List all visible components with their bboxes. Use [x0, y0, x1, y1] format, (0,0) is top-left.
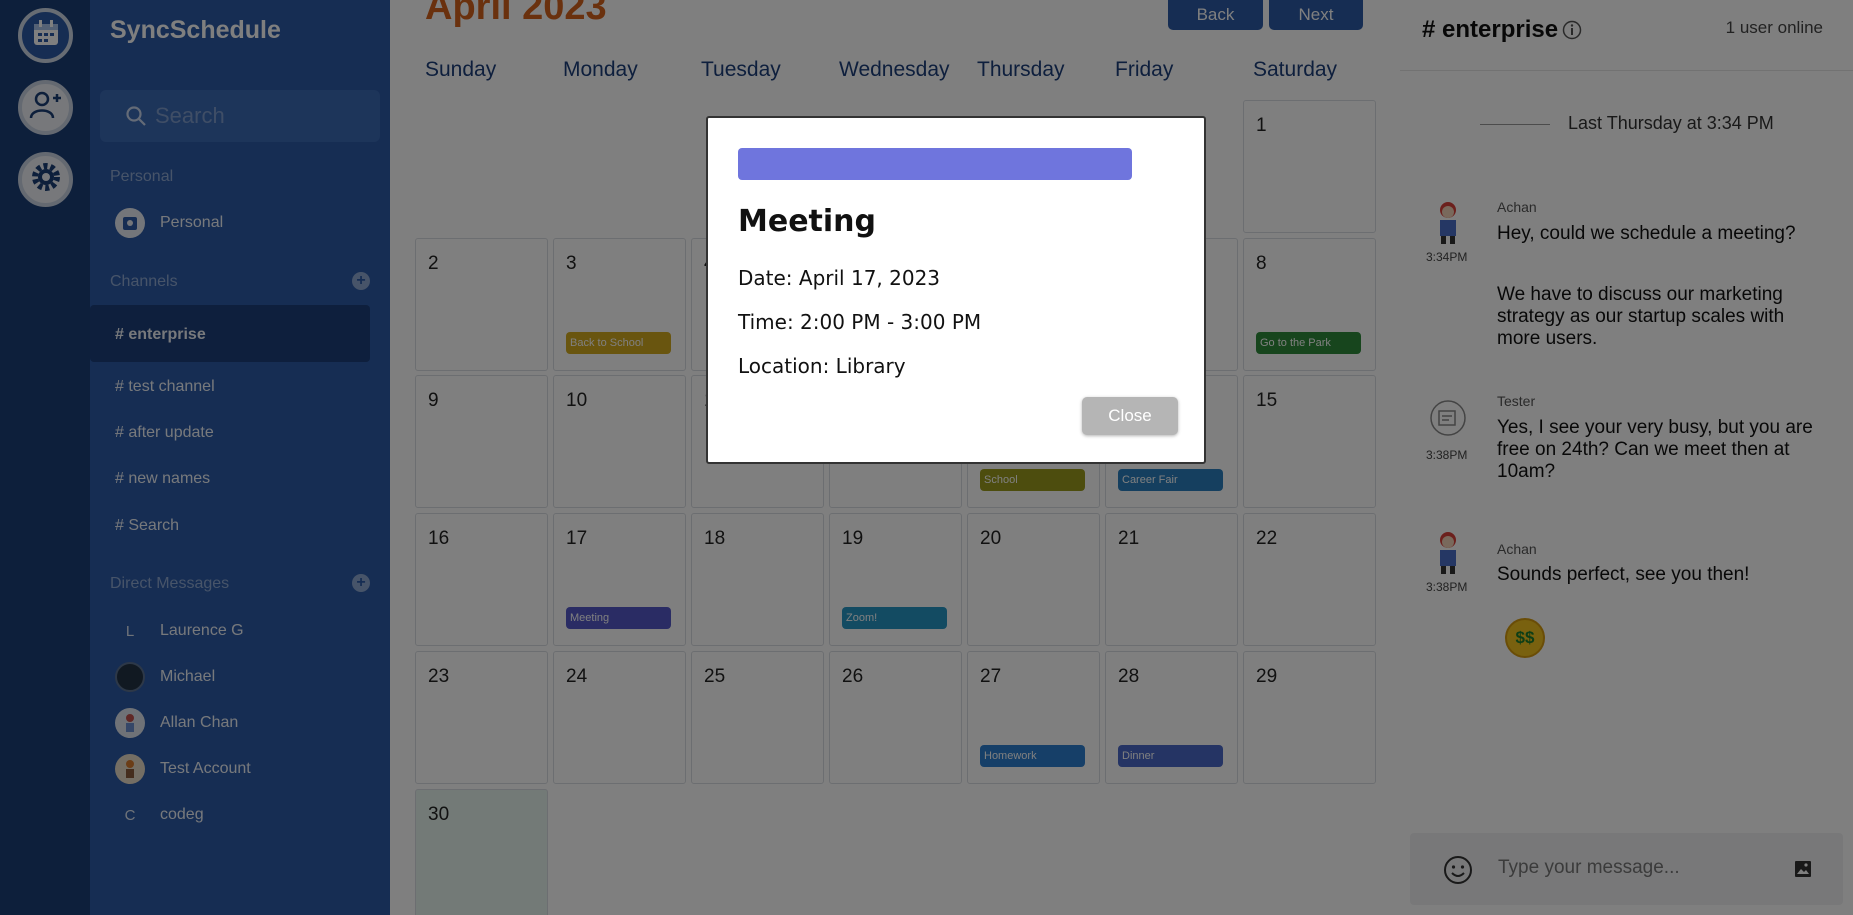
- event-details-modal: Meeting Date: April 17, 2023 Time: 2:00 …: [706, 116, 1206, 464]
- event-date: Date: April 17, 2023: [738, 266, 941, 290]
- event-time: Time: 2:00 PM - 3:00 PM: [738, 310, 982, 334]
- close-button[interactable]: Close: [1082, 397, 1178, 435]
- event-title: Meeting: [738, 204, 877, 239]
- event-location: Location: Library: [738, 354, 906, 378]
- event-color-bar: [738, 148, 1132, 180]
